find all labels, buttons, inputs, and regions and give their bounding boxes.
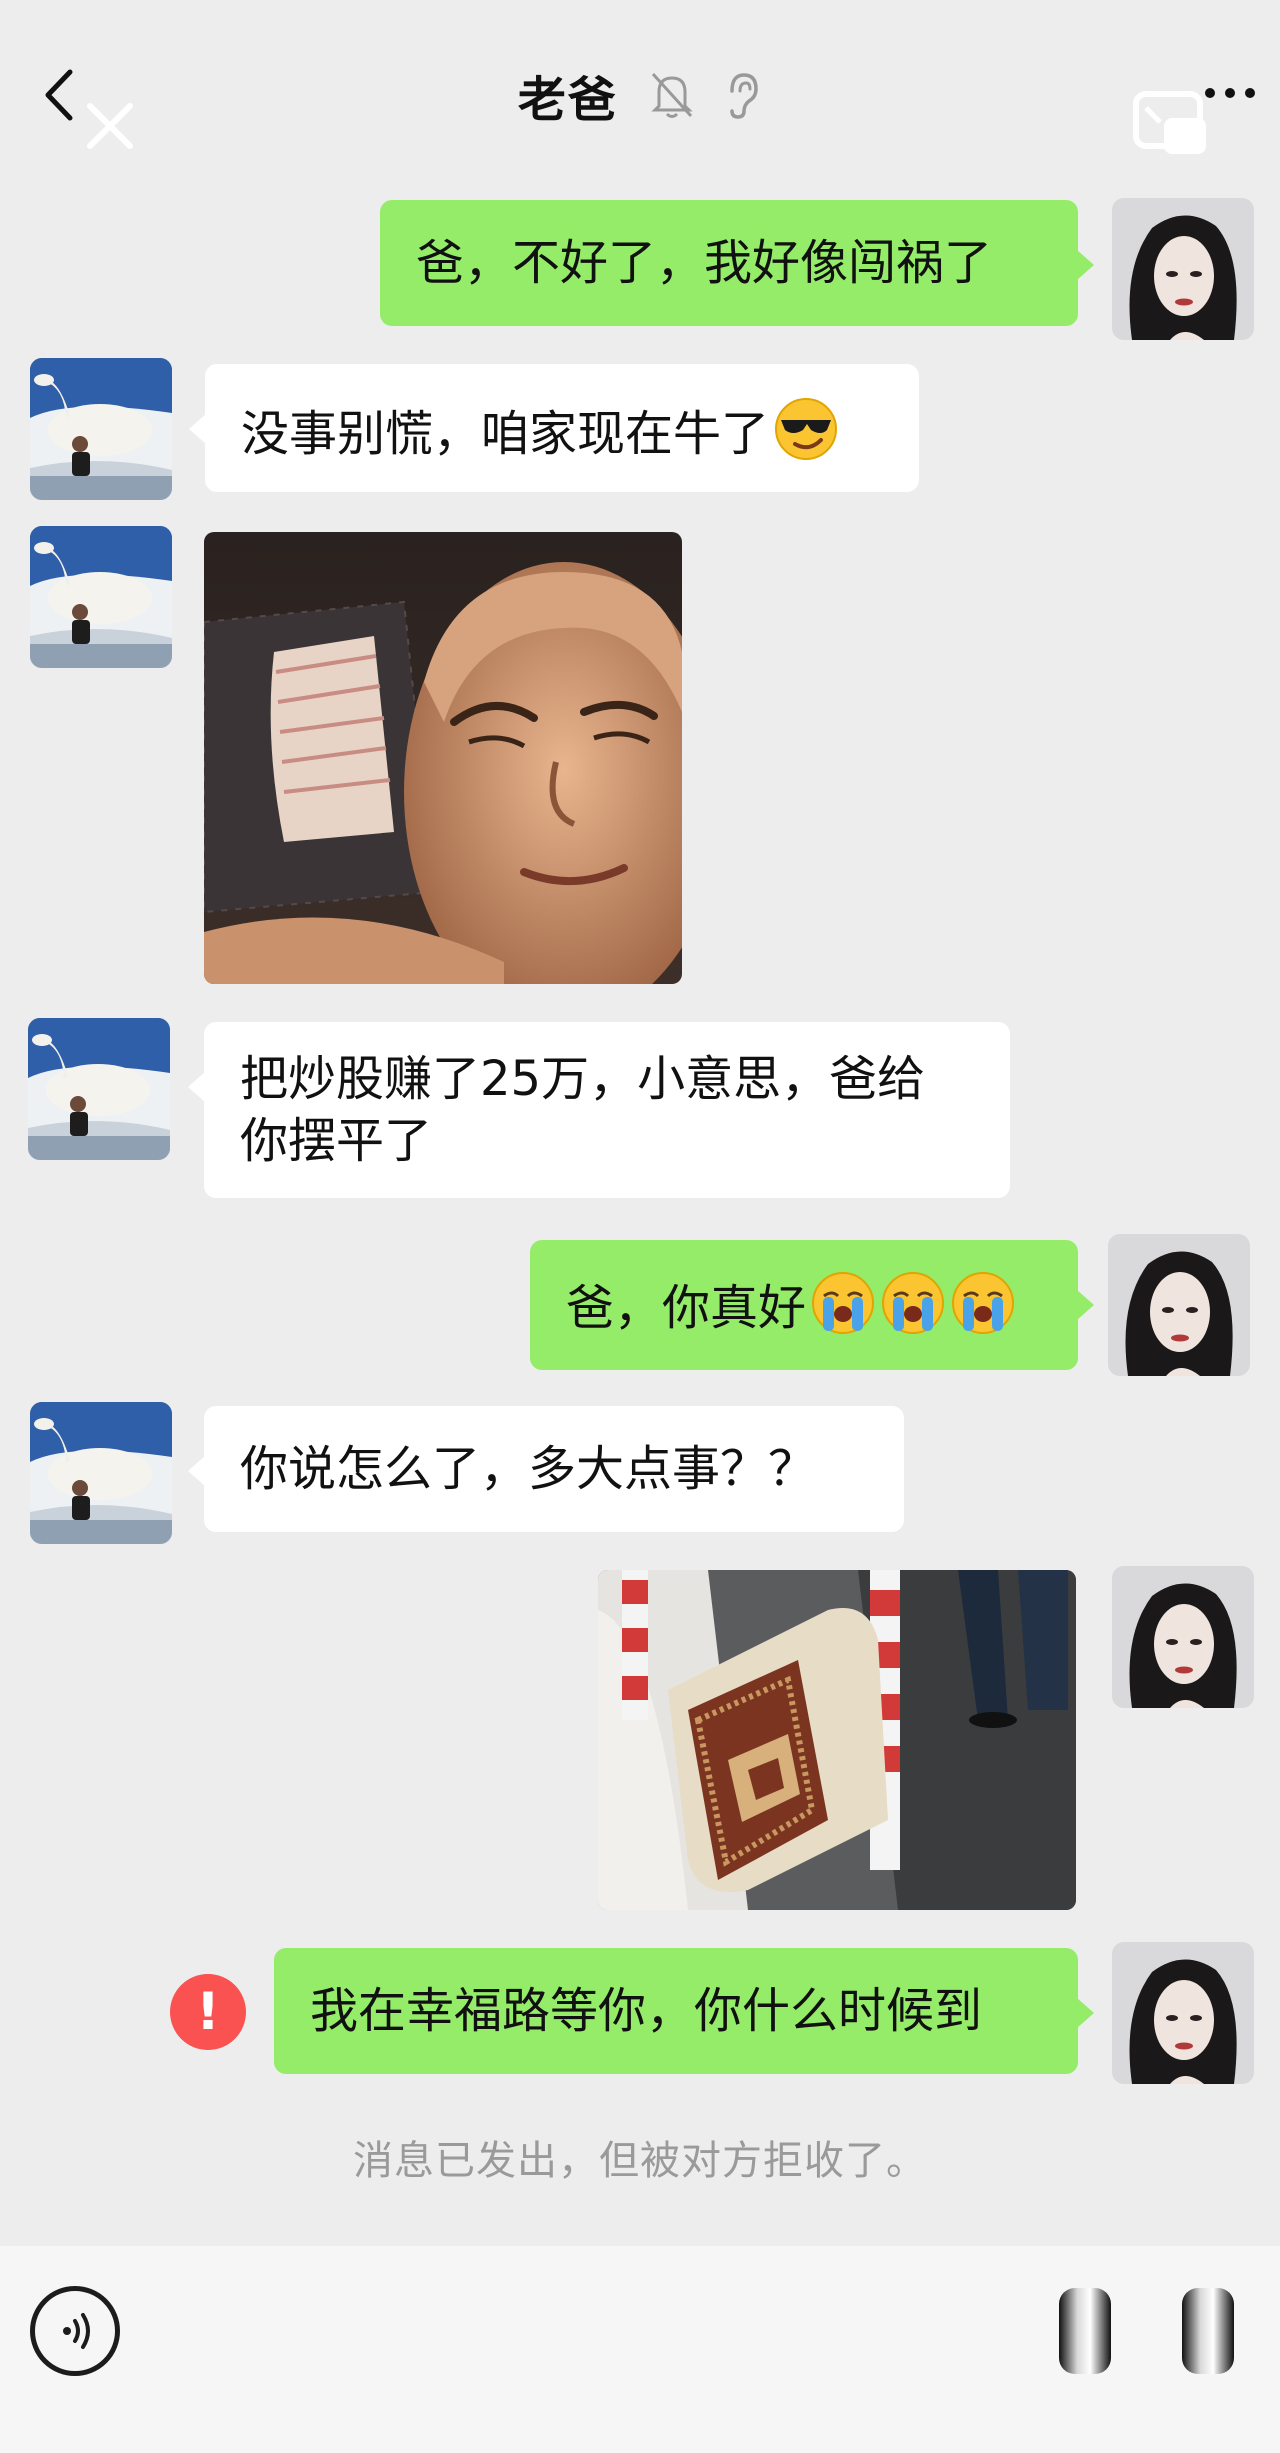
dad-avatar[interactable] (28, 1018, 170, 1160)
sticker-icon[interactable] (1055, 2284, 1115, 2378)
avatar-image (1108, 1234, 1250, 1376)
chat-title: 老爸 (517, 72, 618, 128)
avatar-image (30, 526, 172, 668)
avatar-image (28, 1018, 170, 1160)
my-avatar[interactable] (1108, 1234, 1250, 1376)
my-avatar[interactable] (1112, 198, 1254, 340)
voice-input-button[interactable] (30, 2286, 120, 2376)
dad-avatar[interactable] (30, 1402, 172, 1544)
street-photo-broken-milestone[interactable] (598, 1570, 1076, 1910)
avatar-image (30, 1402, 172, 1544)
dad-avatar[interactable] (30, 358, 172, 500)
more-icon[interactable] (1200, 78, 1260, 108)
mute-bell-icon (651, 72, 693, 118)
crying-emoji-icon (811, 1271, 875, 1335)
voice-icon (63, 2313, 90, 2349)
chat-title-bar: 老爸 (0, 60, 1280, 130)
message-text-line: 把炒股赚了25万，小意思，爸给 (240, 1051, 926, 1107)
received-message-bubble[interactable]: 没事别慌，咱家现在牛了 (189, 364, 919, 492)
crying-emoji-icon (881, 1271, 945, 1335)
input-bar (0, 2246, 1280, 2453)
chat-screen: 老爸 爸，不好了，我好像闯祸了 没事别慌，咱家现在牛了 把炒股赚了25万，小意思… (0, 0, 1280, 2453)
message-text: 爸，你真好 (566, 1280, 807, 1336)
message-text: 没事别慌，咱家现在牛了 (241, 406, 770, 462)
sent-message-bubble[interactable]: 爸，不好了，我好像闯祸了 (380, 200, 1094, 326)
photo-image (204, 532, 682, 984)
my-avatar[interactable] (1112, 1942, 1254, 2084)
crying-emoji-icon (951, 1271, 1015, 1335)
avatar-image (1112, 1942, 1254, 2084)
sent-message-bubble[interactable]: 爸，你真好 (530, 1240, 1094, 1370)
avatar-image (1112, 1566, 1254, 1708)
send-failed-icon[interactable]: ! (170, 1974, 246, 2050)
system-notice: 消息已发出，但被对方拒收了。 (353, 2138, 927, 2184)
chat-header: 老爸 (0, 0, 1280, 180)
ear-icon (730, 73, 758, 119)
plus-icon[interactable] (1178, 2284, 1238, 2378)
my-avatar[interactable] (1112, 1566, 1254, 1708)
avatar-image (1112, 198, 1254, 340)
avatar-image (30, 358, 172, 500)
sunglasses-emoji-icon (775, 398, 838, 460)
message-text: 爸，不好了，我好像闯祸了 (416, 235, 993, 291)
message-text-line: 你摆平了 (240, 1113, 433, 1169)
message-text: 我在幸福路等你，你什么时候到 (310, 1983, 983, 2039)
sent-message-bubble[interactable]: 我在幸福路等你，你什么时候到 (274, 1948, 1094, 2074)
photo-image (598, 1570, 1076, 1910)
selfie-photo-with-cash-stack[interactable] (204, 532, 682, 984)
message-text: 你说怎么了，多大点事？？ (240, 1441, 817, 1497)
received-message-bubble[interactable]: 把炒股赚了25万，小意思，爸给 你摆平了 (188, 1022, 1010, 1198)
dad-avatar[interactable] (30, 526, 172, 668)
received-message-bubble[interactable]: 你说怎么了，多大点事？？ (188, 1406, 904, 1532)
